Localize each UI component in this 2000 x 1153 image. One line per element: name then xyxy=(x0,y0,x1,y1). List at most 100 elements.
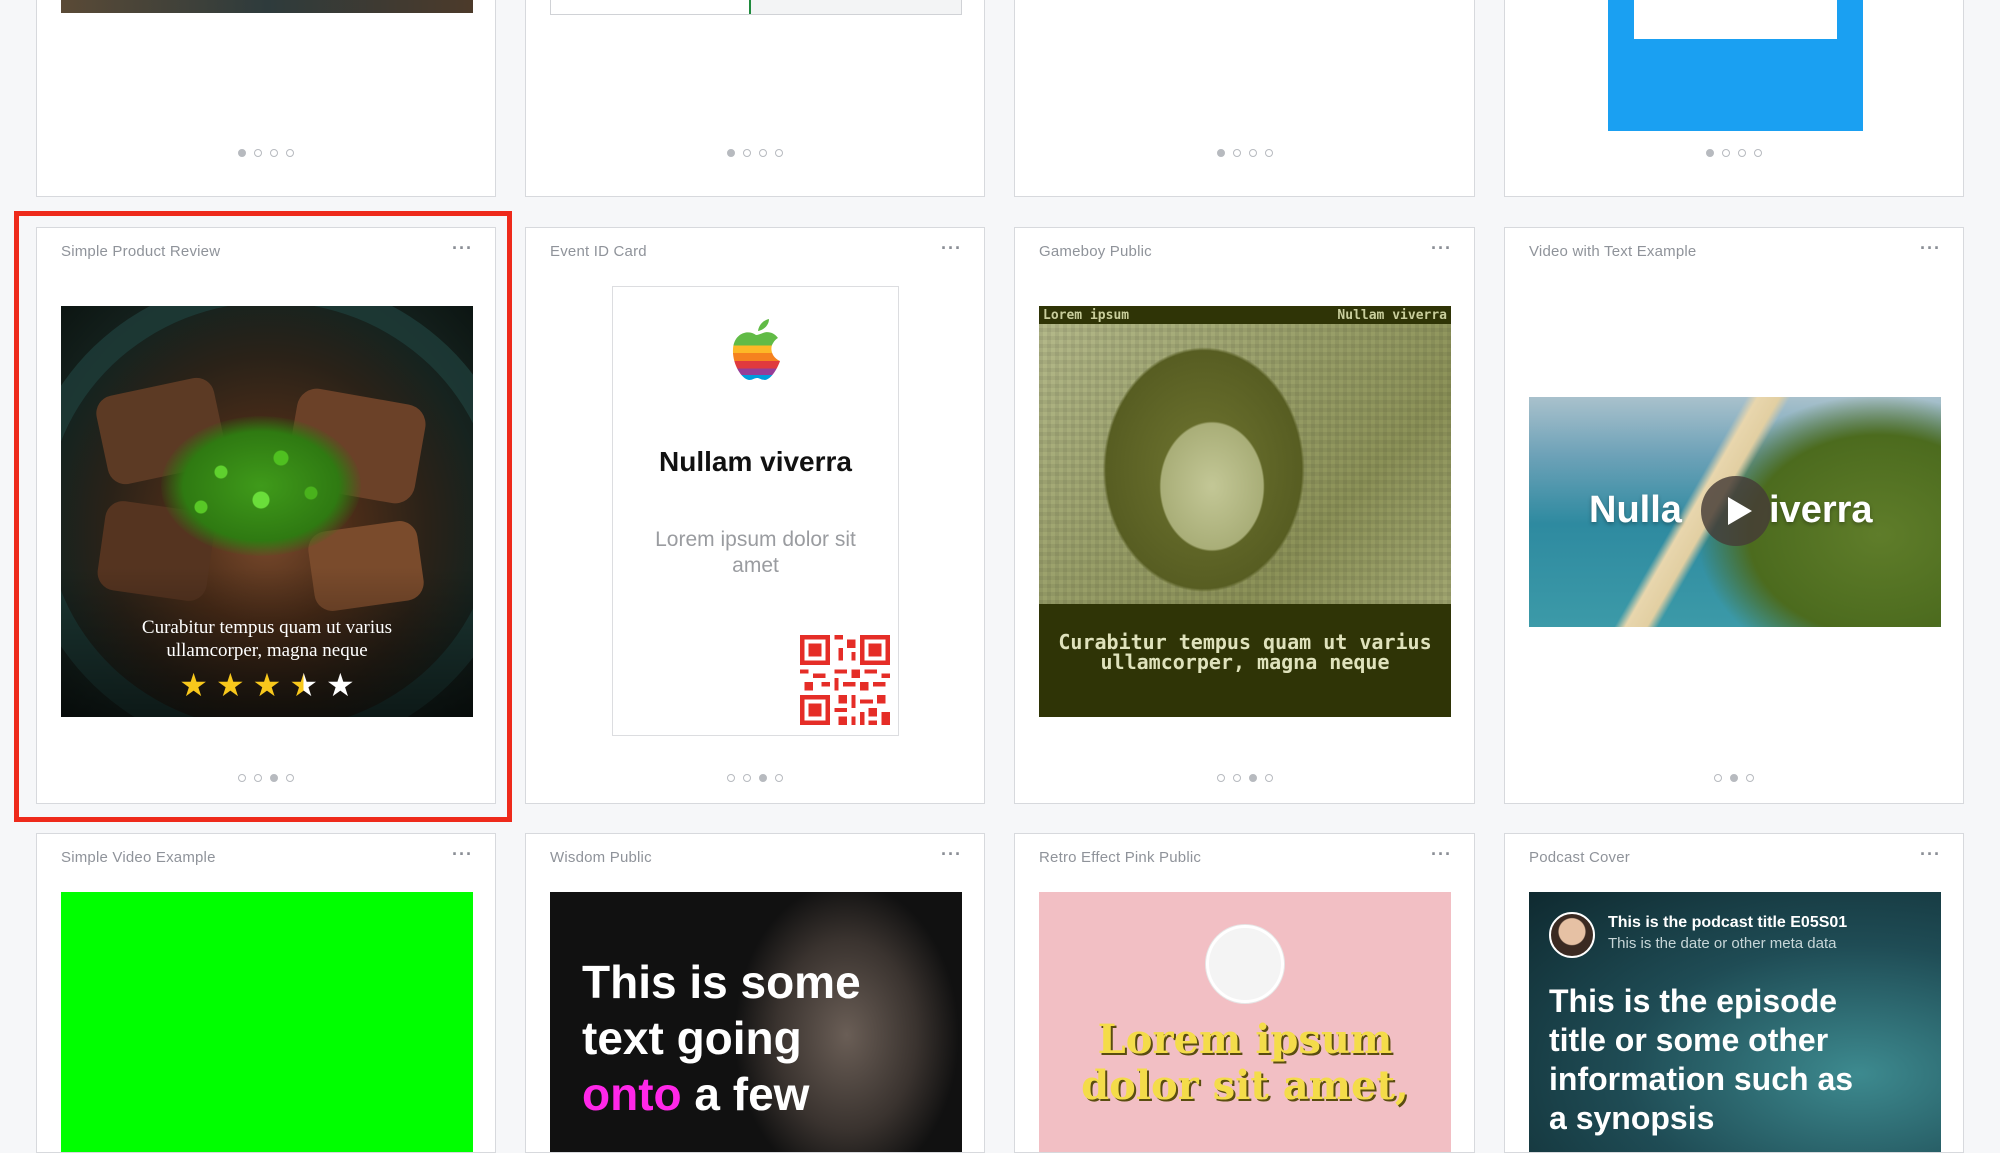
carousel-dot[interactable] xyxy=(1738,149,1746,157)
wisdom-line-2: text going xyxy=(582,1012,802,1064)
card-title: Gameboy Public xyxy=(1039,243,1152,260)
play-button[interactable] xyxy=(1701,476,1771,546)
more-options-button[interactable]: ··· xyxy=(1920,844,1941,865)
podcast-meta: This is the date or other meta data xyxy=(1608,935,1837,952)
carousel-dots xyxy=(1015,774,1474,782)
more-options-button[interactable]: ··· xyxy=(941,844,962,865)
carousel-dot[interactable] xyxy=(759,149,767,157)
carousel-dot[interactable] xyxy=(286,774,294,782)
carousel-dots xyxy=(1505,774,1963,782)
template-card-retro-effect-pink[interactable]: Retro Effect Pink Public ··· Lorem ipsum… xyxy=(1014,833,1475,1153)
carousel-dot[interactable] xyxy=(1714,774,1722,782)
wisdom-highlight-word: onto xyxy=(582,1068,682,1120)
carousel-dot[interactable] xyxy=(1264,774,1273,782)
portrait-image xyxy=(1039,324,1451,604)
carousel-dot[interactable] xyxy=(1232,149,1241,157)
star-icon: ★ xyxy=(252,667,282,703)
star-icon: ★ xyxy=(179,667,208,703)
carousel-dot[interactable] xyxy=(1264,149,1273,157)
gameboy-preview: Lorem ipsum Nullam viverra Curabitur tem… xyxy=(1039,306,1451,717)
carousel-dot[interactable] xyxy=(1232,774,1241,782)
wisdom-line-1: This is some xyxy=(582,956,861,1008)
carousel-dot[interactable] xyxy=(743,149,751,157)
episode-line-1: This is the episode xyxy=(1549,983,1838,1019)
podcast-preview: This is the podcast title E05S01 This is… xyxy=(1529,892,1941,1152)
carousel-dots xyxy=(1015,149,1474,157)
more-options-button[interactable]: ··· xyxy=(452,238,473,259)
card-title: Event ID Card xyxy=(550,243,647,260)
carousel-dot[interactable] xyxy=(1248,149,1257,157)
episode-line-2: title or some other xyxy=(1549,1022,1829,1058)
card-title: Retro Effect Pink Public xyxy=(1039,849,1202,866)
carousel-dot[interactable] xyxy=(254,149,262,157)
video-overlay-text-right: iverra xyxy=(1769,489,1873,531)
carousel-dot[interactable] xyxy=(1730,774,1738,782)
carousel-dots xyxy=(37,149,495,157)
template-card-row1-3[interactable] xyxy=(1014,0,1475,197)
template-card-row1-4[interactable] xyxy=(1504,0,1964,197)
more-options-button[interactable]: ··· xyxy=(1431,238,1452,259)
carousel-dot[interactable] xyxy=(1746,774,1754,782)
carousel-dot[interactable] xyxy=(727,774,735,782)
card-thumbnail xyxy=(1608,0,1863,131)
carousel-dot[interactable] xyxy=(759,774,767,782)
carousel-dot[interactable] xyxy=(743,774,751,782)
carousel-dot[interactable] xyxy=(727,149,735,157)
gameboy-top-left: Lorem ipsum xyxy=(1043,308,1130,323)
episode-line-3: information such as xyxy=(1549,1061,1854,1097)
wisdom-preview: This is some text going onto a few xyxy=(550,892,962,1152)
half-star-icon: ★ xyxy=(289,667,319,703)
star-icon: ★ xyxy=(326,667,355,703)
card-title: Podcast Cover xyxy=(1529,849,1630,866)
carousel-dot[interactable] xyxy=(254,774,262,782)
carousel-dots xyxy=(1505,149,1963,157)
video-overlay-text-left: Nulla xyxy=(1589,489,1682,531)
template-card-simple-product-review[interactable]: Simple Product Review ··· Curabitur temp… xyxy=(36,227,496,804)
host-avatar xyxy=(1549,912,1595,958)
carousel-dot[interactable] xyxy=(270,774,278,782)
carousel-dot[interactable] xyxy=(1722,149,1730,157)
carousel-dot[interactable] xyxy=(775,149,783,157)
id-card-preview: Nullam viverra Lorem ipsum dolor sit ame… xyxy=(612,286,899,736)
avatar-placeholder-icon xyxy=(1206,925,1284,1003)
more-options-button[interactable]: ··· xyxy=(941,238,962,259)
attendee-name: Nullam viverra xyxy=(659,446,852,477)
attendee-subtitle: Lorem ipsum dolor sit amet xyxy=(655,528,856,577)
carousel-dot[interactable] xyxy=(1754,149,1762,157)
template-card-wisdom-public[interactable]: Wisdom Public ··· This is some text goin… xyxy=(525,833,985,1153)
more-options-button[interactable]: ··· xyxy=(452,844,473,865)
video-preview: Nulla iverra xyxy=(1529,397,1941,627)
carousel-dot[interactable] xyxy=(775,774,783,782)
gameboy-caption: Curabitur tempus quam ut varius ullamcor… xyxy=(1058,630,1432,674)
green-screen-preview xyxy=(61,892,473,1152)
template-card-podcast-cover[interactable]: Podcast Cover ··· This is the podcast ti… xyxy=(1504,833,1964,1153)
carousel-dot[interactable] xyxy=(238,774,246,782)
template-card-gameboy-public[interactable]: Gameboy Public ··· Lorem ipsum Nullam vi… xyxy=(1014,227,1475,804)
green-onion-garnish xyxy=(161,416,361,556)
card-title: Video with Text Example xyxy=(1529,243,1697,260)
podcast-title: This is the podcast title E05S01 xyxy=(1608,914,1848,931)
carousel-dot[interactable] xyxy=(1706,149,1714,157)
carousel-dot[interactable] xyxy=(1216,149,1225,157)
retro-preview: Lorem ipsum dolor sit amet, xyxy=(1039,892,1451,1152)
more-options-button[interactable]: ··· xyxy=(1431,844,1452,865)
template-card-row1-1[interactable] xyxy=(36,0,496,197)
play-icon xyxy=(1728,497,1752,525)
card-thumbnail xyxy=(550,0,962,15)
episode-line-4: a synopsis xyxy=(1549,1100,1715,1136)
carousel-dot[interactable] xyxy=(238,149,246,157)
template-card-simple-video-example[interactable]: Simple Video Example ··· xyxy=(36,833,496,1153)
retro-line-2: dolor sit amet, xyxy=(1081,1062,1409,1109)
carousel-dot[interactable] xyxy=(286,149,294,157)
template-card-row1-2[interactable] xyxy=(525,0,985,197)
template-card-video-with-text[interactable]: Video with Text Example ··· Nulla iverra xyxy=(1504,227,1964,804)
carousel-dot[interactable] xyxy=(1248,774,1257,782)
carousel-dots xyxy=(37,774,495,782)
carousel-dot[interactable] xyxy=(1216,774,1225,782)
template-card-event-id-card[interactable]: Event ID Card ··· Nullam viverra Lorem i… xyxy=(525,227,985,804)
carousel-dots xyxy=(526,149,984,157)
star-icon: ★ xyxy=(215,667,245,703)
retro-line-1: Lorem ipsum xyxy=(1097,1016,1393,1063)
more-options-button[interactable]: ··· xyxy=(1920,238,1941,259)
carousel-dot[interactable] xyxy=(270,149,278,157)
